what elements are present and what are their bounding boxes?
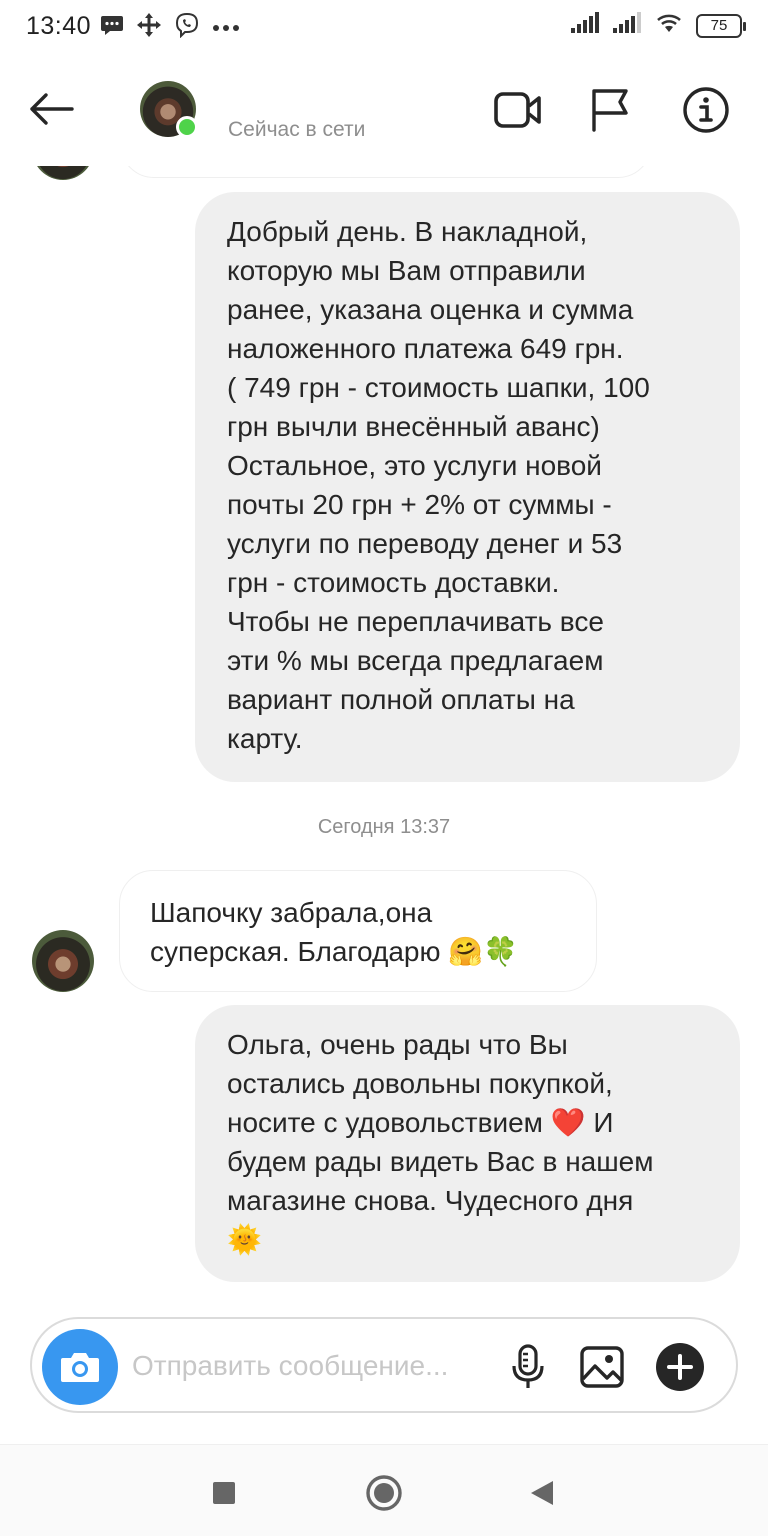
camera-button[interactable] xyxy=(42,1329,118,1405)
home-icon xyxy=(366,1475,402,1511)
wifi-icon xyxy=(654,12,684,39)
home-button[interactable] xyxy=(364,1473,404,1513)
message-icon xyxy=(100,14,124,41)
back-button[interactable] xyxy=(26,86,82,132)
signal-icon xyxy=(570,12,600,39)
video-camera-icon xyxy=(494,92,541,128)
camera-icon xyxy=(61,1353,99,1382)
info-button[interactable] xyxy=(680,86,732,134)
system-navigation-bar xyxy=(0,1444,768,1536)
message-input[interactable] xyxy=(132,1343,492,1389)
info-icon xyxy=(683,87,729,133)
timestamp-separator: Сегодня 13:37 xyxy=(317,816,451,838)
back-triangle-icon xyxy=(531,1481,553,1505)
avatar xyxy=(32,930,94,992)
message-bubble-outgoing[interactable]: Добрый день. В накладной, которую мы Вам… xyxy=(195,192,740,782)
image-icon xyxy=(580,1346,624,1388)
more-dots-icon xyxy=(212,19,240,37)
message-thread[interactable]: Добрый день. В накладной, которую мы Вам… xyxy=(0,110,768,1315)
message-composer xyxy=(30,1317,738,1413)
move-icon xyxy=(136,12,162,43)
plus-icon xyxy=(656,1343,704,1391)
back-arrow-icon xyxy=(30,93,74,125)
online-status: Сейчас в сети xyxy=(228,118,366,141)
message-bubble-incoming[interactable]: Шапочку забрала,она суперская. Благодарю… xyxy=(119,870,597,992)
voice-message-button[interactable] xyxy=(502,1341,554,1393)
system-icons: 75 xyxy=(570,12,746,39)
signal-icon xyxy=(612,12,642,39)
message-bubble-outgoing[interactable]: Ольга, очень рады что Вы остались доволь… xyxy=(195,1005,740,1282)
battery-icon: 75 xyxy=(696,13,746,38)
report-button[interactable] xyxy=(584,86,636,134)
gallery-button[interactable] xyxy=(576,1341,628,1393)
recent-apps-icon xyxy=(213,1482,235,1504)
more-options-button[interactable] xyxy=(654,1341,706,1393)
online-indicator xyxy=(176,116,198,138)
recent-apps-button[interactable] xyxy=(204,1473,244,1513)
notification-icons xyxy=(100,12,240,43)
flag-icon xyxy=(592,89,628,132)
status-bar: 13:40 75 xyxy=(0,0,768,56)
chat-header: Сейчас в сети xyxy=(0,56,768,166)
viber-icon xyxy=(174,12,200,43)
back-nav-button[interactable] xyxy=(522,1473,562,1513)
microphone-icon xyxy=(512,1344,544,1388)
video-call-button[interactable] xyxy=(492,86,544,134)
status-time: 13:40 xyxy=(26,12,92,40)
